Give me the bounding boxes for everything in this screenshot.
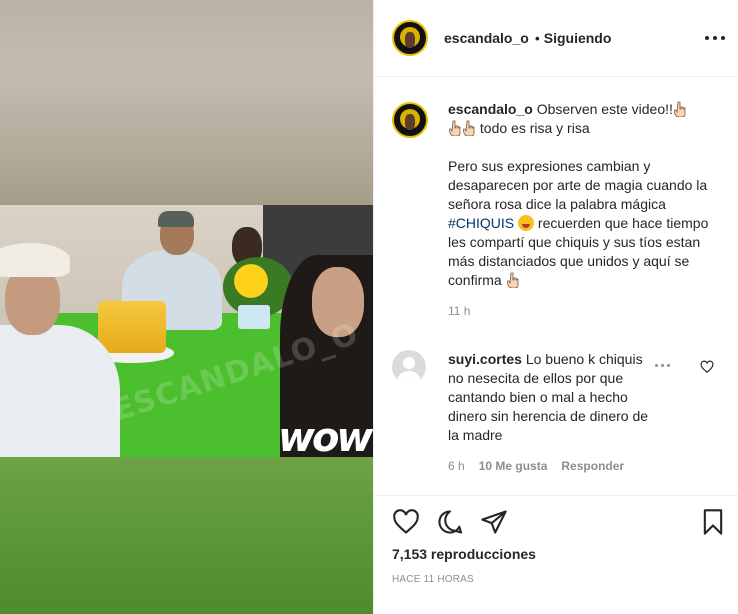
scene-cap: [158, 211, 194, 227]
comment-item: suyi.cortes Lo bueno k chiquis no neseci…: [392, 350, 722, 473]
post-video[interactable]: ESCANDALO_O wow: [0, 0, 373, 614]
post-header: escandalo_o • Siguiendo: [374, 0, 738, 77]
video-blur-bottom: [0, 457, 373, 614]
post-details-panel: escandalo_o • Siguiendo escandalo_o Obse…: [373, 0, 738, 614]
comment-like-heart-icon[interactable]: [700, 360, 714, 374]
commenter-username[interactable]: suyi.cortes: [448, 351, 522, 367]
caption-line1: Observen este video!!: [536, 101, 673, 117]
caption-line2: todo es risa y risa: [479, 120, 590, 136]
comment-meta: 6 h 10 Me gusta Responder: [448, 459, 722, 473]
share-icon[interactable]: [480, 508, 508, 536]
scene-grandma-hat: [0, 243, 70, 277]
comment-timestamp[interactable]: 6 h: [448, 459, 465, 473]
grinning-emoji-icon: [518, 215, 535, 231]
comment-text: suyi.cortes Lo bueno k chiquis no neseci…: [448, 350, 662, 445]
post-caption: escandalo_o Observen este video!! todo e…: [392, 100, 722, 318]
header-separator: •: [534, 30, 540, 46]
like-heart-icon[interactable]: [392, 508, 420, 536]
save-bookmark-icon[interactable]: [699, 508, 727, 536]
author-avatar[interactable]: [392, 20, 428, 56]
caption-author-avatar[interactable]: [392, 102, 428, 138]
scene-grandma: [0, 325, 120, 457]
post-date[interactable]: HACE 11 HORAS: [392, 574, 474, 585]
author-username[interactable]: escandalo_o: [444, 30, 529, 46]
comment-reply-button[interactable]: Responder: [561, 459, 624, 473]
pointing-hand-icon: [673, 101, 686, 117]
commenter-avatar[interactable]: [392, 350, 426, 384]
scene-vase: [238, 305, 270, 329]
scene-cake: [98, 301, 166, 353]
pointing-hand-icon: [449, 120, 461, 136]
video-frame[interactable]: ESCANDALO_O wow: [0, 205, 373, 457]
caption-hashtag-link[interactable]: #CHIQUIS: [448, 215, 514, 231]
views-count[interactable]: 7,153 reproducciones: [392, 546, 536, 562]
follow-status-button[interactable]: Siguiendo: [544, 30, 612, 46]
comment-more-icon[interactable]: [655, 364, 670, 367]
video-blur-top: [0, 0, 373, 205]
pointing-hand-icon: [506, 272, 518, 288]
caption-text: escandalo_o Observen este video!! todo e…: [448, 100, 722, 290]
more-options-icon[interactable]: [705, 30, 725, 46]
caption-timestamp[interactable]: 11 h: [448, 304, 722, 318]
wow-sticker: wow: [278, 415, 373, 457]
caption-paragraph-start: Pero sus expresiones cambian y desaparec…: [448, 158, 708, 212]
caption-username[interactable]: escandalo_o: [448, 101, 533, 117]
comment-icon[interactable]: [436, 508, 464, 536]
pointing-hand-icon: [463, 120, 475, 136]
post-actions-bar: 7,153 reproducciones HACE 11 HORAS: [374, 495, 738, 614]
comment-likes-count[interactable]: 10 Me gusta: [479, 459, 548, 473]
